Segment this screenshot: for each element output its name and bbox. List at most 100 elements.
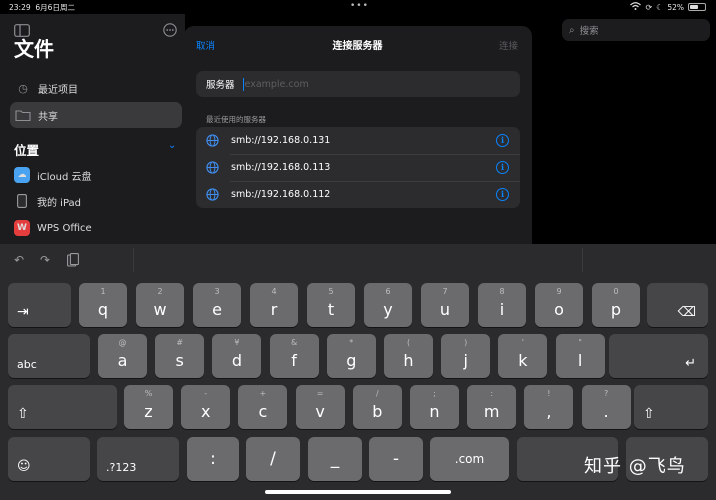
sidebar-item-label: 我的 iPad xyxy=(37,197,82,209)
key-x[interactable]: -x xyxy=(181,385,231,429)
key-f[interactable]: & f xyxy=(269,334,319,378)
key-hint: 1 xyxy=(100,287,106,296)
key-label: - xyxy=(392,449,400,469)
dotcom-key[interactable]: .com xyxy=(430,437,509,481)
key-d[interactable]: ¥ d xyxy=(212,334,262,378)
key-label: h xyxy=(403,351,414,370)
numbers-key[interactable]: .?123 xyxy=(97,437,179,481)
sidebar-item-label: WPS Office xyxy=(37,222,92,234)
server-input[interactable] xyxy=(244,78,445,90)
info-icon[interactable]: i xyxy=(496,188,509,201)
key-v[interactable]: = v xyxy=(295,385,345,429)
key-hint: # xyxy=(176,338,184,347)
key-period[interactable]: ?. xyxy=(581,385,631,429)
shift-key-right[interactable]: ⇧ xyxy=(634,385,708,429)
key-label: / xyxy=(270,449,276,469)
return-key[interactable]: ↵ xyxy=(609,334,708,378)
list-item[interactable]: smb://192.168.0.112 i xyxy=(196,181,520,208)
dash-key[interactable]: - xyxy=(369,437,423,481)
chevron-down-icon[interactable]: ⌄ xyxy=(168,140,176,151)
list-item[interactable]: smb://192.168.0.131 i xyxy=(196,127,520,154)
globe-icon xyxy=(206,134,219,147)
key-n[interactable]: ; n xyxy=(410,385,459,429)
dialog-title: 连接服务器 xyxy=(332,41,383,52)
key-hint: ' xyxy=(521,338,524,347)
key-i[interactable]: 8i xyxy=(478,283,526,327)
ipad-icon xyxy=(14,193,30,209)
undo-icon[interactable]: ↶ xyxy=(14,253,24,267)
key-u[interactable]: 7u xyxy=(421,283,469,327)
key-label: p xyxy=(610,300,622,319)
list-item[interactable]: smb://192.168.0.113 i xyxy=(196,154,520,181)
wps-icon: W xyxy=(14,220,30,236)
colon-key[interactable]: : xyxy=(187,437,239,481)
connect-button[interactable]: 连接 xyxy=(499,38,518,52)
sidebar-item-shared[interactable]: 共享 xyxy=(10,102,182,128)
key-label: j xyxy=(463,351,468,370)
key-z[interactable]: % z xyxy=(124,385,173,429)
emoji-key[interactable]: ☺ xyxy=(8,437,90,481)
more-icon[interactable] xyxy=(163,22,177,41)
server-field[interactable]: 服务器 xyxy=(196,71,520,97)
search-icon: ⌕ xyxy=(569,24,575,36)
sidebar-item-wps[interactable]: W WPS Office xyxy=(10,215,182,241)
key-comma[interactable]: !, xyxy=(524,385,574,429)
key-hint: 7 xyxy=(442,287,448,296)
info-icon[interactable]: i xyxy=(496,134,509,147)
sidebar-item-ipad[interactable]: 我的 iPad xyxy=(10,188,182,214)
key-label: s xyxy=(175,351,184,370)
abc-key[interactable]: abc xyxy=(8,334,90,378)
cancel-button[interactable]: 取消 xyxy=(196,38,215,52)
home-indicator[interactable] xyxy=(265,490,451,494)
sidebar-item-icloud[interactable]: ☁ iCloud 云盘 xyxy=(10,162,182,188)
key-e[interactable]: 3e xyxy=(193,283,241,327)
key-label: o xyxy=(554,300,564,319)
key-hint: 2 xyxy=(157,287,163,296)
key-label: z xyxy=(144,402,153,421)
key-w[interactable]: 2w xyxy=(136,283,184,327)
key-label: _ xyxy=(330,449,340,469)
key-c[interactable]: + c xyxy=(238,385,288,429)
locations-heading: 位置 xyxy=(14,143,40,158)
key-h[interactable]: (h xyxy=(384,334,433,378)
key-hint: 3 xyxy=(214,287,220,296)
key-y[interactable]: 6y xyxy=(364,283,412,327)
clock-icon: ◷ xyxy=(18,81,28,95)
delete-icon: ⌫ xyxy=(677,305,696,320)
abc-label: abc xyxy=(17,358,37,371)
delete-key[interactable]: ⌫ xyxy=(647,283,708,327)
key-b[interactable]: / b xyxy=(352,385,402,429)
key-label: b xyxy=(372,402,383,421)
key-o[interactable]: 9o xyxy=(535,283,583,327)
slash-key[interactable]: / xyxy=(246,437,300,481)
shift-key-left[interactable]: ⇧ xyxy=(8,385,117,429)
redo-icon[interactable]: ↷ xyxy=(40,253,50,267)
key-label: u xyxy=(439,300,451,319)
key-q[interactable]: 1q xyxy=(79,283,127,327)
server-address: smb://192.168.0.131 xyxy=(231,135,331,146)
key-r[interactable]: 4r xyxy=(250,283,298,327)
paste-icon[interactable] xyxy=(67,253,79,270)
key-j[interactable]: ) j xyxy=(441,334,491,378)
key-hint: 4 xyxy=(271,287,277,296)
multitasking-dots[interactable]: ••• xyxy=(350,1,369,11)
key-a[interactable]: @ a xyxy=(98,334,147,378)
wifi-icon xyxy=(630,2,642,12)
key-k[interactable]: ' k xyxy=(498,334,548,378)
key-hint: " xyxy=(578,338,582,347)
key-l[interactable]: " l xyxy=(555,334,605,378)
key-hint: + xyxy=(259,389,267,398)
sidebar-item-recent[interactable]: ◷ 最近项目 xyxy=(10,75,182,101)
search-field[interactable]: ⌕ 搜索 xyxy=(562,19,710,41)
sidebar-item-label: iCloud 云盘 xyxy=(37,171,92,183)
tab-key[interactable]: ⇥ xyxy=(8,283,71,327)
key-m[interactable]: :m xyxy=(467,385,517,429)
info-icon[interactable]: i xyxy=(496,161,509,174)
key-s[interactable]: # s xyxy=(155,334,205,378)
key-label: k xyxy=(518,351,528,370)
emoji-icon: ☺ xyxy=(17,459,31,474)
key-p[interactable]: 0p xyxy=(592,283,640,327)
underscore-key[interactable]: _ xyxy=(308,437,362,481)
key-g[interactable]: * g xyxy=(326,334,376,378)
key-t[interactable]: 5t xyxy=(307,283,355,327)
